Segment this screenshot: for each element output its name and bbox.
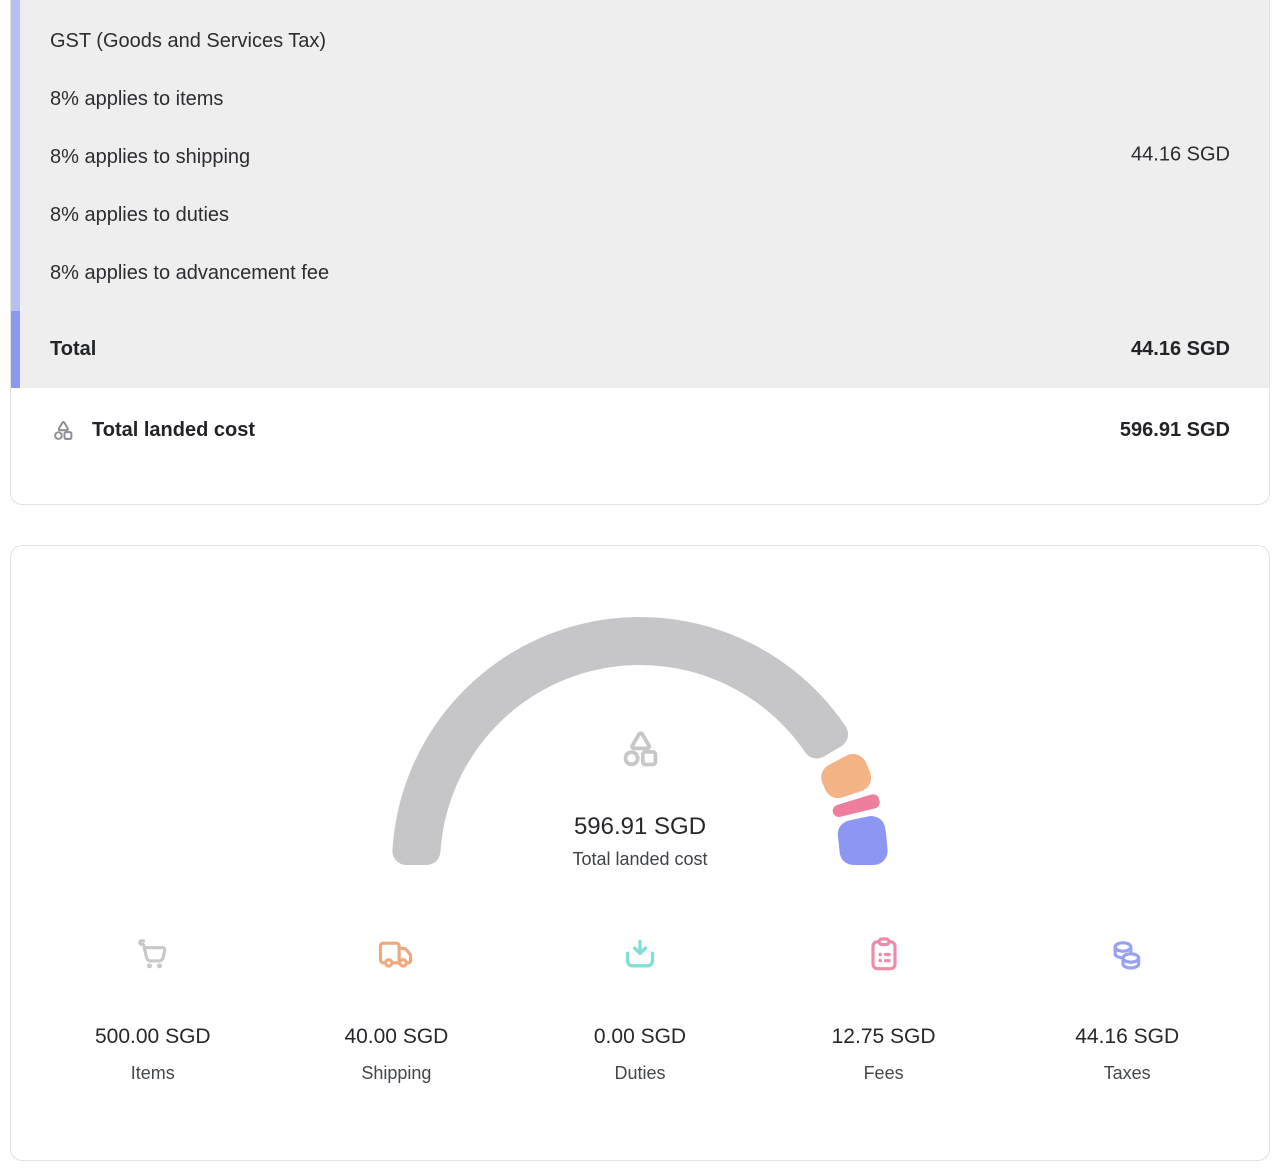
stat-label-taxes: Taxes: [1005, 1061, 1249, 1085]
stat-label-fees: Fees: [762, 1061, 1006, 1085]
card-tax-breakdown: GST (Goods and Services Tax) 8% applies …: [10, 0, 1270, 505]
landed-cost-page: GST (Goods and Services Tax) 8% applies …: [0, 0, 1280, 1174]
tax-lines: GST (Goods and Services Tax) 8% applies …: [11, 0, 1269, 302]
tax-line-advancement-fee: 8% applies to advancement fee: [50, 244, 1230, 302]
tax-amount: 44.16 SGD: [1131, 144, 1230, 167]
gauge-center-label: Total landed cost: [11, 847, 1269, 871]
total-landed-cost-left: Total landed cost: [50, 417, 255, 443]
clipboard-icon: [762, 931, 1006, 979]
stat-value-shipping: 40.00 SGD: [275, 1025, 519, 1049]
accent-bar-light: [11, 0, 20, 311]
download-icon: [518, 931, 762, 979]
stat-duties: 0.00 SGD Duties: [518, 931, 762, 1085]
stats-row: 500.00 SGD Items 40.00 SGD Shipping: [11, 931, 1269, 1085]
stat-label-items: Items: [31, 1061, 275, 1085]
stat-label-shipping: Shipping: [275, 1061, 519, 1085]
card-landed-cost-chart: 596.91 SGD Total landed cost 500.00 SGD …: [10, 545, 1270, 1161]
tax-line-shipping: 8% applies to shipping: [50, 128, 1230, 186]
stat-fees: 12.75 SGD Fees: [762, 931, 1006, 1085]
gauge-center-value: 596.91 SGD: [11, 812, 1269, 842]
coins-icon: [1005, 931, 1249, 979]
shapes-icon: [50, 417, 76, 443]
total-landed-cost-row: Total landed cost 596.91 SGD: [11, 388, 1269, 472]
tax-total-amount: 44.16 SGD: [1131, 338, 1230, 361]
tax-total-label: Total: [50, 338, 96, 361]
stat-value-duties: 0.00 SGD: [518, 1025, 762, 1049]
stat-shipping: 40.00 SGD Shipping: [275, 931, 519, 1085]
tax-title: GST (Goods and Services Tax): [50, 12, 1230, 70]
stat-value-items: 500.00 SGD: [31, 1025, 275, 1049]
stat-taxes: 44.16 SGD Taxes: [1005, 931, 1249, 1085]
tax-section: GST (Goods and Services Tax) 8% applies …: [11, 0, 1269, 388]
stat-items: 500.00 SGD Items: [31, 931, 275, 1085]
stat-label-duties: Duties: [518, 1061, 762, 1085]
total-landed-cost-label: Total landed cost: [92, 419, 255, 442]
tax-line-items: 8% applies to items: [50, 70, 1230, 128]
tax-total-row: Total 44.16 SGD: [11, 311, 1269, 388]
stat-value-fees: 12.75 SGD: [762, 1025, 1006, 1049]
cart-icon: [31, 931, 275, 979]
total-landed-cost-amount: 596.91 SGD: [1120, 419, 1230, 442]
truck-icon: [275, 931, 519, 979]
tax-line-duties: 8% applies to duties: [50, 186, 1230, 244]
shapes-icon: [11, 724, 1269, 772]
stat-value-taxes: 44.16 SGD: [1005, 1025, 1249, 1049]
